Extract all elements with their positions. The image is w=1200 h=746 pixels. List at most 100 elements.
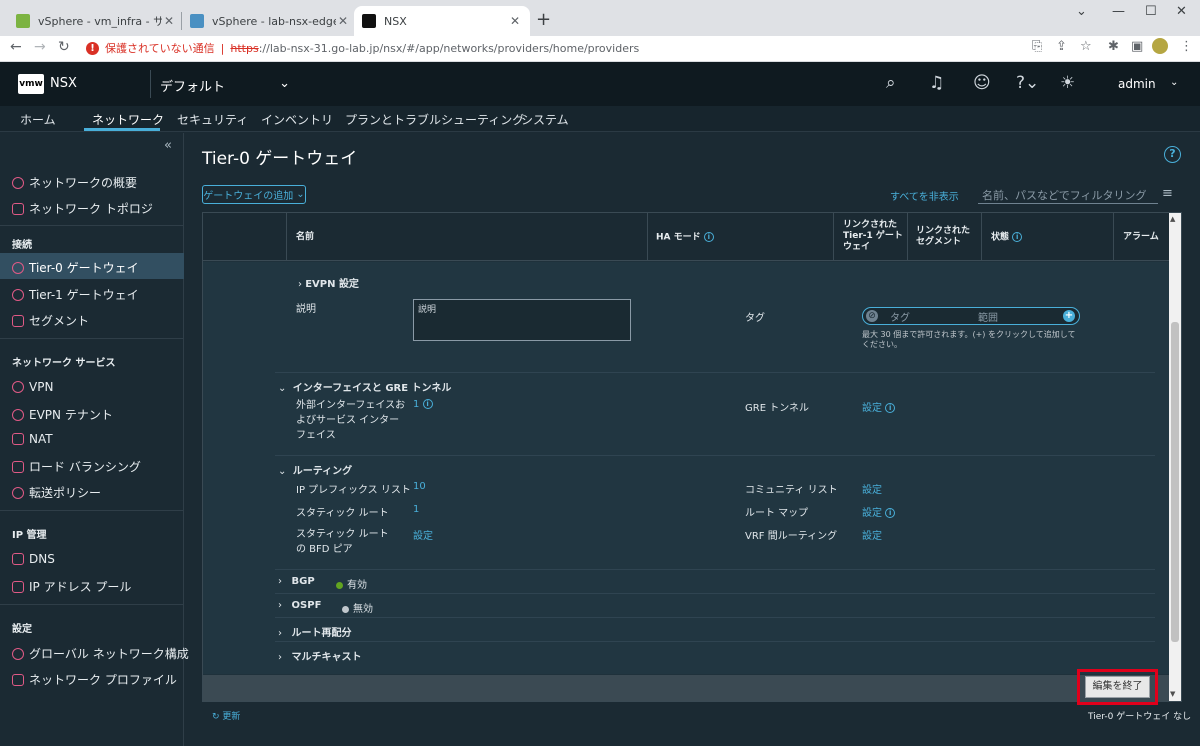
user-menu[interactable]: admin [1118, 77, 1156, 91]
nav-tab-home[interactable]: ホーム [20, 111, 56, 128]
ospf-section-toggle[interactable]: › OSPF [278, 600, 321, 611]
browser-tab-active[interactable]: NSX ✕ [354, 6, 530, 36]
community-list-link[interactable]: 設定 [862, 481, 882, 496]
profile-avatar[interactable] [1152, 38, 1168, 54]
sidebar-item-load-balancing[interactable]: ロード バランシング [12, 458, 141, 475]
chevron-down-icon: ⌄ [279, 76, 290, 91]
info-icon[interactable]: i [422, 399, 433, 409]
scroll-down-arrow[interactable]: ▼ [1170, 690, 1175, 698]
browser-menu-icon[interactable]: ⋮ [1180, 39, 1193, 54]
nav-tab-plan-troubleshoot[interactable]: プランとトラブルシューティング [345, 111, 524, 128]
sidebar-item-network-overview[interactable]: ネットワークの概要 [12, 174, 137, 191]
tab-search-icon[interactable]: ⌄ [1076, 4, 1087, 19]
share-icon[interactable]: ⇪ [1056, 39, 1067, 54]
add-tag-icon[interactable]: + [1063, 310, 1075, 322]
sidebar-item-nat[interactable]: NAT [12, 432, 53, 446]
remove-tag-icon[interactable]: ⊘ [866, 310, 878, 322]
sidebar-item-label: セグメント [29, 314, 90, 328]
ospf-status: 無効 [342, 600, 373, 615]
ip-prefix-list-link[interactable]: 10 [413, 481, 426, 492]
close-tab-icon[interactable]: ✕ [162, 14, 176, 28]
description-label: 説明 [296, 304, 316, 315]
sidebar-item-network-topology[interactable]: ネットワーク トポロジ [12, 200, 153, 217]
column-name[interactable]: 名前 [296, 232, 314, 243]
vrf-routing-link[interactable]: 設定 [862, 527, 882, 542]
sidebar-item-ip-address-pool[interactable]: IP アドレス プール [12, 578, 131, 595]
forward-icon[interactable]: → [34, 39, 46, 55]
hide-all-link[interactable]: すべてを非表示 [890, 188, 959, 203]
help-icon[interactable]: ? [1164, 146, 1181, 163]
sidebar-item-tier0-gateway[interactable]: Tier-0 ゲートウェイ [12, 259, 139, 276]
new-tab-button[interactable]: + [536, 9, 551, 30]
close-tab-icon[interactable]: ✕ [336, 14, 350, 28]
sidebar-item-vpn[interactable]: VPN [12, 380, 53, 394]
context-selector[interactable]: デフォルト ⌄ [160, 76, 290, 95]
scrollbar-thumb[interactable] [1171, 322, 1179, 642]
sidebar-item-forwarding-policy[interactable]: 転送ポリシー [12, 484, 101, 501]
sidebar-item-dns[interactable]: DNS [12, 552, 55, 566]
column-linked-segments[interactable]: リンクされた セグメント [916, 226, 976, 248]
sidebar-item-global-network-config[interactable]: グローバル ネットワーク構成 [12, 645, 189, 662]
sidebar-item-network-profiles[interactable]: ネットワーク プロファイル [12, 671, 177, 688]
add-gateway-button[interactable]: ゲートウェイの追加 ⌄ [202, 185, 306, 204]
nav-tab-system[interactable]: システム [521, 111, 569, 128]
column-linked-tier1[interactable]: リンクされた Tier-1 ゲート ウェイ [843, 220, 903, 253]
bell-icon[interactable]: ♫ [929, 73, 944, 93]
extensions-icon[interactable]: ✱ [1108, 39, 1119, 54]
static-route-link[interactable]: 1 [413, 504, 419, 515]
browser-tab[interactable]: vSphere - vm_infra - サマリ ✕ [8, 6, 184, 36]
tab-title: vSphere - vm_infra - サマリ [38, 15, 162, 28]
route-map-link[interactable]: 設定 i [862, 504, 896, 519]
nav-tab-security[interactable]: セキュリティ [177, 111, 248, 128]
search-icon[interactable]: ⌕ [886, 73, 896, 93]
side-panel-icon[interactable]: ▣ [1131, 39, 1143, 54]
info-icon[interactable]: i [885, 403, 896, 413]
scroll-up-arrow[interactable]: ▲ [1170, 215, 1175, 223]
sidebar-item-tier1-gateway[interactable]: Tier-1 ゲートウェイ [12, 286, 139, 303]
info-icon[interactable]: i [885, 508, 896, 518]
bgp-section-toggle[interactable]: › BGP [278, 576, 315, 587]
browser-tab[interactable]: vSphere - lab-nsx-edge-31 - サマ ✕ [182, 6, 358, 36]
close-window-icon[interactable]: ✕ [1176, 4, 1187, 19]
description-field[interactable]: 説明 [413, 299, 631, 341]
bgp-status: 有効 [336, 576, 367, 591]
refresh-link[interactable]: ↻ 更新 [212, 709, 240, 722]
tag-input[interactable]: タグ [890, 309, 910, 324]
nav-tab-networking[interactable]: ネットワーク [92, 111, 164, 128]
gre-tunnel-link[interactable]: 設定 i [862, 399, 896, 414]
evpn-settings-toggle[interactable]: › EVPN 設定 [298, 275, 359, 290]
sidebar-item-evpn-tenant[interactable]: EVPN テナント [12, 406, 113, 423]
theme-sun-icon[interactable]: ☀ [1060, 73, 1075, 93]
column-status[interactable]: 状態 i [991, 232, 1023, 244]
section-label: インターフェイスと GRE トンネル [292, 383, 452, 394]
sidebar-item-label: IP アドレス プール [29, 580, 132, 594]
column-ha-mode[interactable]: HA モード i [656, 232, 714, 244]
nav-tab-inventory[interactable]: インベントリ [261, 111, 333, 128]
maximize-icon[interactable]: ☐ [1145, 4, 1157, 19]
collapse-sidebar-icon[interactable]: « [164, 138, 172, 153]
bookmark-star-icon[interactable]: ☆ [1080, 39, 1092, 54]
help-menu-icon[interactable]: ?⌄ [1016, 73, 1039, 93]
filter-input[interactable]: 名前、パスなどでフィルタリング [978, 184, 1158, 204]
filter-options-icon[interactable]: ≡ [1162, 186, 1173, 201]
column-alarms[interactable]: アラーム [1123, 232, 1159, 243]
sidebar-item-segments[interactable]: セグメント [12, 312, 89, 329]
tag-label: タグ [745, 313, 765, 324]
route-redistribution-toggle[interactable]: › ルート再配分 [278, 624, 352, 639]
minimize-icon[interactable]: — [1112, 4, 1125, 19]
interfaces-section-toggle[interactable]: ⌄ インターフェイスと GRE トンネル [278, 379, 451, 394]
back-icon[interactable]: ← [10, 39, 22, 55]
routing-section-toggle[interactable]: ⌄ ルーティング [278, 462, 352, 477]
bfd-peer-link[interactable]: 設定 [413, 527, 433, 542]
info-icon[interactable]: i [1012, 232, 1023, 242]
info-icon[interactable]: i [703, 232, 714, 242]
scope-input[interactable]: 範囲 [978, 309, 998, 324]
translate-icon[interactable]: ⎘ [1032, 39, 1042, 54]
chevron-down-icon[interactable]: ⌄ [1170, 77, 1178, 88]
close-tab-icon[interactable]: ✕ [508, 14, 522, 28]
multicast-toggle[interactable]: › マルチキャスト [278, 648, 362, 663]
reload-icon[interactable]: ↻ [58, 39, 70, 55]
feedback-smile-icon[interactable]: ☺ [973, 73, 991, 93]
external-interfaces-count[interactable]: 1 i [413, 399, 433, 410]
url-field[interactable]: ! 保護されていない通信 | https ://lab-nsx-31.go-la… [86, 40, 639, 56]
